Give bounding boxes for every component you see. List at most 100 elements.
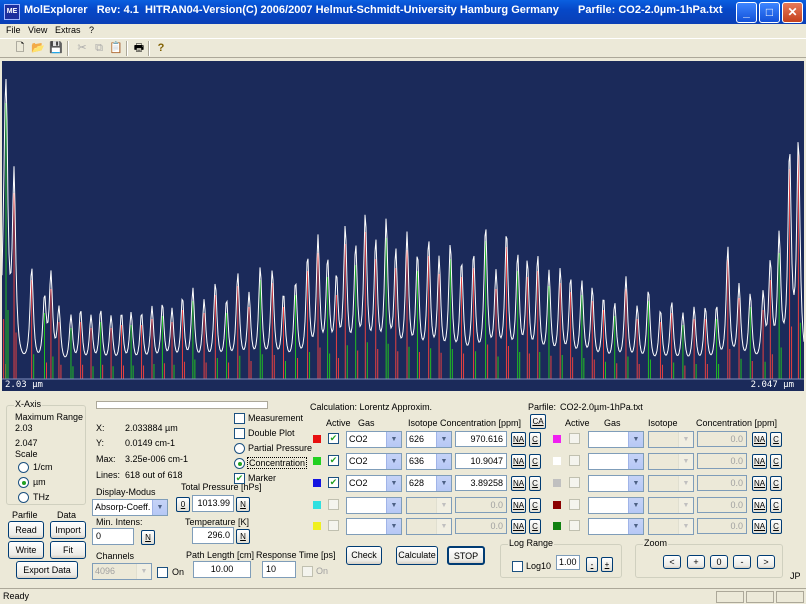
c-button[interactable]: C [529,476,541,491]
gas-select[interactable]: ▼ [346,518,402,535]
gas-select[interactable]: ▼ [588,431,644,448]
pressure-n-button[interactable]: N [236,497,250,512]
print-icon[interactable]: 🖶 [131,41,147,56]
na-button[interactable]: NA [752,454,767,469]
isotope-select[interactable]: 626 ▼ [406,431,452,448]
c-button[interactable]: C [770,432,782,447]
na-button[interactable]: NA [752,498,767,513]
chevron-down-icon[interactable]: ▼ [386,476,401,491]
gas-select[interactable]: CO2 ▼ [346,475,402,492]
na-button[interactable]: NA [511,454,526,469]
scale-radio-micrometer[interactable] [18,477,29,488]
calculate-button[interactable]: Calculate [396,546,438,565]
chevron-down-icon[interactable]: ▼ [436,498,451,513]
concentration-input[interactable]: 970.616 [455,431,507,447]
gas-color-swatch[interactable] [553,457,561,465]
maximize-button[interactable]: □ [759,2,780,23]
gas-color-swatch[interactable] [313,501,321,509]
na-button[interactable]: NA [511,476,526,491]
export-data-button[interactable]: Export Data [16,561,78,579]
chevron-down-icon[interactable]: ▼ [152,500,167,515]
log-range-increase-button[interactable]: + [601,557,613,572]
chevron-down-icon[interactable]: ▼ [628,498,643,513]
gas-active-checkbox[interactable]: ✔ [328,455,339,466]
c-button[interactable]: C [770,498,782,513]
gas-active-checkbox[interactable] [328,520,339,531]
gas-color-swatch[interactable] [313,457,321,465]
open-folder-icon[interactable]: 📂 [30,41,46,56]
isotope-select[interactable]: ▼ [406,497,452,514]
log-range-input[interactable]: 1.00 [556,555,580,570]
concentration-input[interactable]: 0.0 [455,497,507,513]
write-button[interactable]: Write [8,541,44,559]
concentration-input[interactable]: 0.0 [697,475,747,491]
gas-color-swatch[interactable] [553,435,561,443]
copy-icon[interactable]: ⧉ [91,41,107,56]
chevron-down-icon[interactable]: ▼ [436,454,451,469]
na-button[interactable]: NA [752,519,767,534]
chevron-down-icon[interactable]: ▼ [678,519,693,534]
gas-select[interactable]: CO2 ▼ [346,431,402,448]
response-on-checkbox[interactable] [302,566,313,577]
zoom-left-button[interactable]: < [663,555,681,569]
gas-color-swatch[interactable] [553,501,561,509]
cut-icon[interactable]: ✂ [74,41,90,56]
close-button[interactable]: ✕ [782,2,803,23]
c-button[interactable]: C [529,498,541,513]
check-button[interactable]: Check [346,546,382,565]
zoom-reset-button[interactable]: 0 [710,555,728,569]
chevron-down-icon[interactable]: ▼ [628,432,643,447]
menu-extras[interactable]: Extras [55,25,81,35]
display-modus-select[interactable]: Absorp-Coeff. ▼ [92,499,168,516]
chevron-down-icon[interactable]: ▼ [436,476,451,491]
concentration-input[interactable]: 0.0 [697,431,747,447]
chevron-down-icon[interactable]: ▼ [386,498,401,513]
spectrum-svg[interactable] [2,61,804,391]
import-button[interactable]: Import [50,521,86,539]
gas-color-swatch[interactable] [313,435,321,443]
c-button[interactable]: C [529,519,541,534]
measurement-checkbox[interactable] [234,413,245,424]
minimize-button[interactable]: _ [736,2,757,23]
min-intens-n-button[interactable]: N [141,530,155,545]
menu-help[interactable]: ? [89,25,94,35]
concentration-input[interactable]: 3.89258 [455,475,507,491]
gas-active-checkbox[interactable] [328,499,339,510]
gas-select[interactable]: ▼ [588,518,644,535]
help-icon[interactable]: ? [153,41,169,56]
gas-color-swatch[interactable] [553,479,561,487]
c-button[interactable]: C [529,432,541,447]
total-pressure-input[interactable]: 1013.99 [192,495,234,512]
new-file-icon[interactable]: 🗋 [12,41,28,56]
channels-select[interactable]: 4096 ▼ [92,563,152,580]
gas-active-checkbox[interactable] [569,477,580,488]
gas-active-checkbox[interactable]: ✔ [328,477,339,488]
c-button[interactable]: C [770,476,782,491]
isotope-select[interactable]: ▼ [648,518,694,535]
chevron-down-icon[interactable]: ▼ [386,519,401,534]
min-intens-input[interactable]: 0 [92,528,134,545]
zoom-right-button[interactable]: > [757,555,775,569]
paste-icon[interactable]: 📋 [108,41,124,56]
save-disk-icon[interactable]: 💾 [48,41,64,56]
chevron-down-icon[interactable]: ▼ [628,519,643,534]
concentration-input[interactable]: 0.0 [697,453,747,469]
na-button[interactable]: NA [752,476,767,491]
isotope-select[interactable]: ▼ [648,497,694,514]
isotope-select[interactable]: ▼ [648,475,694,492]
concentration-input[interactable]: 0.0 [697,497,747,513]
c-button[interactable]: C [770,454,782,469]
double-plot-checkbox[interactable] [234,428,245,439]
menu-view[interactable]: View [28,25,47,35]
stop-button[interactable]: STOP [447,546,485,565]
chevron-down-icon[interactable]: ▼ [678,454,693,469]
chevron-down-icon[interactable]: ▼ [436,432,451,447]
gas-color-swatch[interactable] [313,479,321,487]
concentration-radio[interactable] [234,458,245,469]
title-bar[interactable]: ME MolExplorer Rev: 4.1 HITRAN04-Version… [0,0,806,24]
chevron-down-icon[interactable]: ▼ [136,564,151,579]
path-length-input[interactable]: 10.00 [193,561,251,578]
concentration-input[interactable]: 10.9047 [455,453,507,469]
app-icon[interactable]: ME [4,4,20,20]
chevron-down-icon[interactable]: ▼ [678,498,693,513]
